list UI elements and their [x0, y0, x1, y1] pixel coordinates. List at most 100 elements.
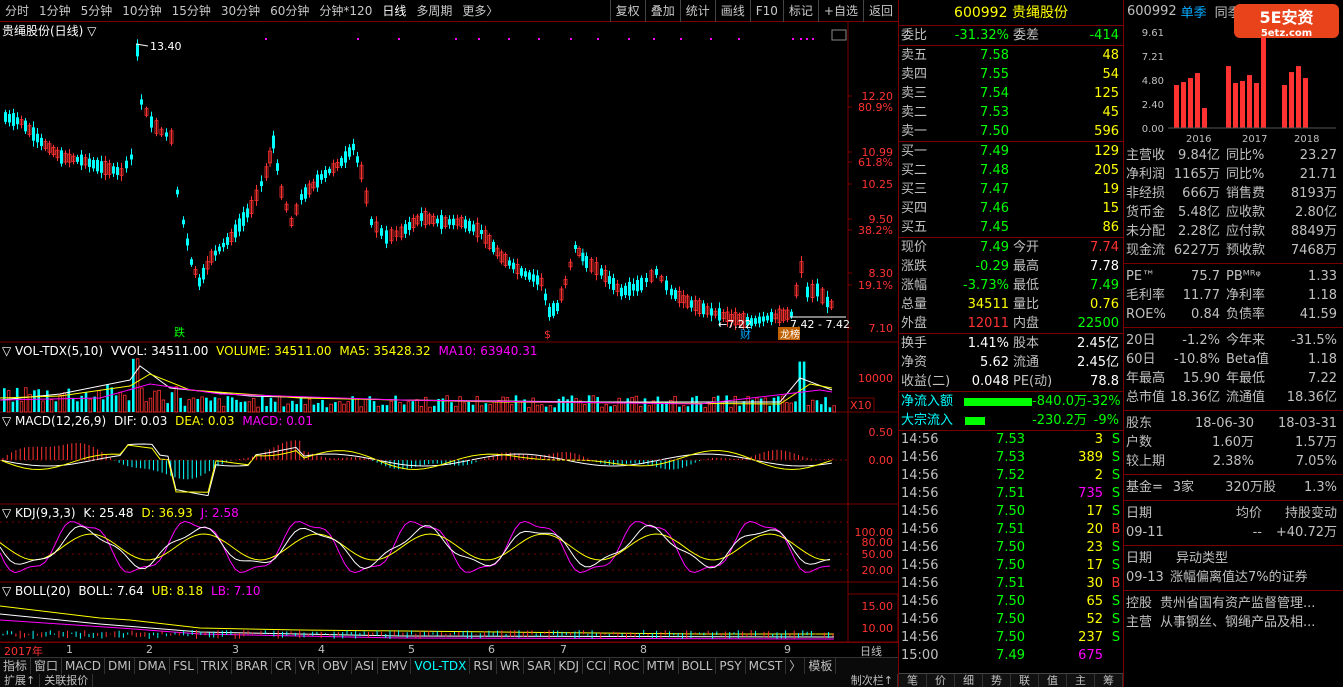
- indicator-tab-20[interactable]: MTM: [644, 658, 679, 674]
- fin-row: 年最高 15.90 年最低 7.22: [1124, 369, 1343, 388]
- ext-tab-2[interactable]: 制次栏↑: [847, 674, 898, 687]
- quote-tab-6[interactable]: 主: [1067, 674, 1095, 687]
- fin-control: 控股 贵州省国有资产监督管理... 主营 从事钢丝、钢绳产品及相...: [1124, 594, 1343, 632]
- indicator-tab-3[interactable]: DMI: [105, 658, 136, 674]
- sell-row[interactable]: 卖二 7.53 45: [899, 103, 1123, 122]
- buy-row[interactable]: 买五 7.45 86: [899, 218, 1123, 237]
- period-8[interactable]: 日线: [377, 0, 411, 22]
- price-axis-label: 38.2%: [858, 224, 893, 237]
- period-5[interactable]: 30分钟: [216, 0, 265, 22]
- indicator-tab-8[interactable]: CR: [272, 658, 296, 674]
- action-button-0[interactable]: 复权: [609, 0, 645, 22]
- action-button-6[interactable]: +自选: [817, 0, 863, 22]
- sell-row[interactable]: 卖五 7.58 48: [899, 46, 1123, 65]
- period-10[interactable]: 更多〉: [457, 0, 503, 22]
- macd-indicator-name[interactable]: ▽ MACD(12,26,9): [2, 414, 106, 428]
- fin-main-metrics: 主营收 9.84亿 同比% 23.27 净利润 1165万 同比% 21.71 非经损 666万销…: [1124, 146, 1343, 260]
- buy-row[interactable]: 买三 7.47 19: [899, 180, 1123, 199]
- period-3[interactable]: 10分钟: [117, 0, 166, 22]
- quote-tab-3[interactable]: 势: [983, 674, 1011, 687]
- indicator-tab-7[interactable]: BRAR: [232, 658, 273, 674]
- indicator-tab-10[interactable]: OBV: [319, 658, 352, 674]
- marker-die[interactable]: 跌: [174, 325, 185, 339]
- buy-row[interactable]: 买一 7.49 129: [899, 142, 1123, 161]
- chart-corner-box[interactable]: [831, 29, 847, 41]
- indicator-tab-2[interactable]: MACD: [62, 658, 106, 674]
- action-button-3[interactable]: 画线: [714, 0, 750, 22]
- sell-label: 卖四: [901, 67, 928, 82]
- price-axis-label: 61.8%: [858, 156, 893, 169]
- kline-chart-svg[interactable]: 12.2080.9%10.9961.8%10.259.5038.2%8.3019…: [0, 22, 898, 642]
- vol-ma10: MA10: 63940.31: [438, 344, 538, 358]
- ext-tab-1[interactable]: 关联报价: [40, 674, 94, 687]
- vol-indicator-name[interactable]: ▽ VOL-TDX(5,10): [2, 344, 103, 358]
- indicator-tab-6[interactable]: TRIX: [198, 658, 233, 674]
- sell-row[interactable]: 卖四 7.55 54: [899, 65, 1123, 84]
- indicator-tab-5[interactable]: FSL: [170, 658, 198, 674]
- quote-tab-1[interactable]: 价: [927, 674, 955, 687]
- fin-value: 5.48亿: [1178, 205, 1220, 220]
- indicator-tab-13[interactable]: VOL-TDX: [411, 658, 471, 674]
- sell-row[interactable]: 卖一 7.50 596: [899, 122, 1123, 141]
- fin-value: -1.2%: [1182, 333, 1220, 348]
- quote-tab-0[interactable]: 笔: [899, 674, 927, 687]
- kline-chart-area[interactable]: 12.20 80.9% 10.99 61.8% 10.25 9.50 38.2% 8.30 19…: [0, 22, 898, 642]
- period-4[interactable]: 15分钟: [167, 0, 216, 22]
- fin-label2: 预收款: [1226, 243, 1266, 258]
- indicator-tab-1[interactable]: 窗口: [31, 658, 63, 674]
- kdj-panel-title: ▽ KDJ(9,3,3) K: 25.48 D: 36.93 J: 2.58: [2, 506, 243, 520]
- period-7[interactable]: 分钟*120: [314, 0, 377, 22]
- marker-cai[interactable]: 财: [740, 327, 751, 341]
- indicator-tab-25[interactable]: 模板: [805, 658, 837, 674]
- buy-row[interactable]: 买四 7.46 15: [899, 199, 1123, 218]
- indicator-tab-14[interactable]: RSI: [470, 658, 497, 674]
- period-2[interactable]: 5分钟: [76, 0, 118, 22]
- holdchg-value: +40.72万: [1275, 525, 1337, 540]
- indicator-tab-22[interactable]: PSY: [716, 658, 746, 674]
- kdj-indicator-name[interactable]: ▽ KDJ(9,3,3): [2, 506, 76, 520]
- indicator-tab-0[interactable]: 指标: [0, 658, 32, 674]
- indicator-tab-16[interactable]: SAR: [524, 658, 556, 674]
- anomaly-row[interactable]: 09-13 涨幅偏离值达7%的证券: [1124, 568, 1343, 587]
- period-1[interactable]: 1分钟: [34, 0, 76, 22]
- action-button-5[interactable]: 标记: [782, 0, 818, 22]
- indicator-tab-18[interactable]: CCI: [583, 658, 611, 674]
- indicator-tab-21[interactable]: BOLL: [679, 658, 717, 674]
- quote-tab-5[interactable]: 值: [1039, 674, 1067, 687]
- stat-value: 12011: [967, 316, 1009, 331]
- action-button-2[interactable]: 统计: [679, 0, 715, 22]
- tick-list[interactable]: 14:56 7.53 3 S 14:56 7.53 389 S 14:56 7.52 2 S 14:56…: [899, 431, 1123, 665]
- tick-row: 15:00 7.49 675: [899, 647, 1123, 665]
- buy-row[interactable]: 买二 7.48 205: [899, 161, 1123, 180]
- sell-price: 7.53: [980, 105, 1009, 120]
- boll-indicator-name[interactable]: ▽ BOLL(20): [2, 584, 71, 598]
- marker-dollar[interactable]: $: [544, 328, 551, 341]
- action-button-1[interactable]: 叠加: [644, 0, 680, 22]
- quote-tab-4[interactable]: 联: [1011, 674, 1039, 687]
- indicator-tab-9[interactable]: VR: [296, 658, 320, 674]
- ext-tab-0[interactable]: 扩展↑: [0, 674, 41, 687]
- quote-tab-7[interactable]: 筹: [1095, 674, 1123, 687]
- period-0[interactable]: 分时: [0, 0, 34, 22]
- action-button-7[interactable]: 返回: [862, 0, 898, 22]
- indicator-tab-23[interactable]: MCST: [746, 658, 787, 674]
- fin-tab-0[interactable]: 单季: [1177, 2, 1211, 21]
- marker-longhu[interactable]: 龙榜: [780, 328, 800, 341]
- period-6[interactable]: 60分钟: [265, 0, 314, 22]
- stat-value2: 22500: [1077, 316, 1119, 331]
- indicator-tab-15[interactable]: WR: [497, 658, 525, 674]
- action-button-4[interactable]: F10: [749, 0, 783, 22]
- anomaly-h2: 异动类型: [1176, 551, 1229, 566]
- sell-row[interactable]: 卖三 7.54 125: [899, 84, 1123, 103]
- buy-volume: 86: [1102, 220, 1119, 235]
- quote-tab-2[interactable]: 细: [955, 674, 983, 687]
- fin-value: 18.36亿: [1170, 390, 1221, 405]
- indicator-tab-11[interactable]: ASI: [352, 658, 379, 674]
- indicator-tab-4[interactable]: DMA: [135, 658, 170, 674]
- indicator-tab-12[interactable]: EMV: [378, 658, 412, 674]
- indicator-tab-17[interactable]: KDJ: [555, 658, 584, 674]
- holdchg-avg: --: [1252, 525, 1262, 540]
- period-9[interactable]: 多周期: [411, 0, 457, 22]
- indicator-tab-24[interactable]: 〉: [786, 658, 806, 674]
- indicator-tab-19[interactable]: ROC: [610, 658, 644, 674]
